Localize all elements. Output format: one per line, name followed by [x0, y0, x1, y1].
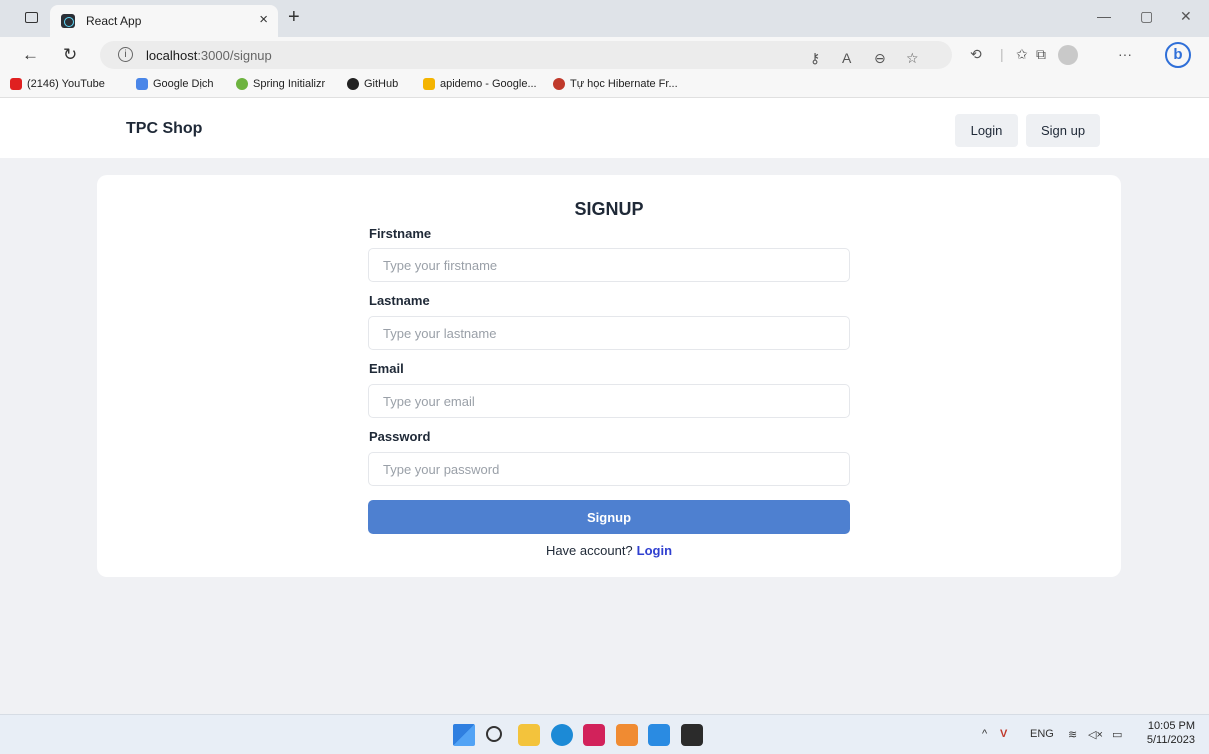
bookmark-label: (2146) YouTube [27, 78, 105, 90]
tray-chevron-icon[interactable]: ^ [982, 728, 987, 740]
bookmark-label: Google Dịch [153, 78, 214, 90]
url-field[interactable]: i localhost:3000/signup ⚷ A ⊖ ☆ [100, 41, 952, 69]
bookmark-label: Tự học Hibernate Fr... [570, 78, 678, 90]
more-menu-icon[interactable]: ··· [1118, 46, 1132, 62]
clock-date: 5/11/2023 [1146, 734, 1195, 746]
bookmark-youtube[interactable]: (2146) YouTube [10, 78, 105, 90]
have-account-text: Have account? [545, 543, 633, 558]
windows-start-icon[interactable] [453, 724, 475, 746]
tray-app-icon[interactable]: V [1000, 728, 1007, 740]
site-favicon-icon [553, 78, 565, 90]
divider: | [1000, 46, 1004, 62]
password-input[interactable] [368, 452, 850, 486]
bookmark-google-dich[interactable]: Google Dịch [136, 78, 214, 90]
login-button[interactable]: Login [955, 114, 1018, 147]
password-label: Password [369, 429, 431, 444]
volume-icon[interactable]: ◁× [1088, 728, 1103, 741]
battery-icon[interactable]: ▭ [1112, 728, 1122, 741]
clock[interactable]: 10:05 PM 5/11/2023 [1147, 719, 1195, 747]
email-input[interactable] [368, 384, 850, 418]
firstname-input[interactable] [368, 248, 850, 282]
address-bar-row: ← ↻ i localhost:3000/signup ⚷ A ⊖ ☆ ⟲ | … [0, 37, 1209, 73]
app-header: TPC Shop Login Sign up [0, 98, 1209, 158]
intellij-icon[interactable] [583, 724, 605, 746]
have-account-row: Have account? Login [97, 543, 1121, 558]
extensions-icon[interactable]: ⟲ [970, 46, 982, 63]
restore-icon[interactable]: ▢ [1140, 8, 1153, 25]
browser-tab[interactable]: React App × [50, 5, 278, 37]
clock-time: 10:05 PM [1147, 720, 1195, 732]
signup-card: SIGNUP Firstname Lastname Email Password… [97, 175, 1121, 577]
bookmark-apidemo[interactable]: apidemo - Google... [423, 78, 537, 90]
brand-logo[interactable]: TPC Shop [126, 120, 202, 138]
windows-taskbar: ^ V ENG ≋ ◁× ▭ 10:05 PM 5/11/2023 [0, 714, 1209, 754]
bookmark-label: apidemo - Google... [440, 78, 537, 90]
url-path: :3000/signup [197, 48, 272, 63]
lastname-input[interactable] [368, 316, 850, 350]
bookmark-spring-initializr[interactable]: Spring Initializr [236, 78, 325, 90]
refresh-icon[interactable]: ↻ [63, 45, 77, 65]
read-aloud-icon[interactable]: A [842, 50, 851, 66]
password-key-icon[interactable]: ⚷ [810, 50, 820, 67]
url-text: localhost:3000/signup [146, 48, 272, 63]
bing-chat-icon[interactable]: b [1165, 42, 1191, 68]
vscode-icon[interactable] [648, 724, 670, 746]
window-close-icon[interactable]: ✕ [1180, 8, 1192, 25]
google-drive-icon [423, 78, 435, 90]
page-title: SIGNUP [574, 199, 644, 219]
search-icon[interactable] [486, 726, 502, 742]
language-indicator[interactable]: ENG [1030, 728, 1054, 740]
minimize-icon[interactable]: — [1097, 8, 1111, 24]
bookmark-label: Spring Initializr [253, 78, 326, 90]
bookmark-hibernate[interactable]: Tự học Hibernate Fr... [553, 78, 678, 90]
back-icon[interactable]: ← [22, 45, 39, 65]
firstname-label: Firstname [369, 226, 432, 241]
tab-close-icon[interactable]: × [259, 11, 268, 28]
tab-title: React App [86, 14, 142, 28]
youtube-icon [10, 78, 22, 90]
browser-tab-bar: React App × + — ▢ ✕ [0, 0, 1209, 37]
new-tab-icon[interactable]: + [288, 5, 300, 29]
favorite-star-icon[interactable]: ☆ [906, 50, 919, 67]
profile-avatar[interactable] [1058, 45, 1078, 65]
collections-icon[interactable]: ⧉ [1036, 46, 1046, 63]
bookmark-label: GitHub [364, 78, 399, 90]
bookmarks-bar: (2146) YouTube Google Dịch Spring Initia… [0, 73, 1209, 98]
signup-submit-button[interactable]: Signup [368, 500, 850, 534]
github-icon [347, 78, 359, 90]
url-host: localhost [146, 48, 198, 63]
bookmark-github[interactable]: GitHub [347, 78, 398, 90]
file-explorer-icon[interactable] [518, 724, 540, 746]
google-translate-icon [136, 78, 148, 90]
site-info-icon[interactable]: i [118, 47, 133, 62]
xampp-icon[interactable] [616, 724, 638, 746]
edge-icon[interactable] [551, 724, 573, 746]
login-link[interactable]: Login [637, 543, 672, 558]
signup-nav-button[interactable]: Sign up [1026, 114, 1100, 147]
terminal-icon[interactable] [681, 724, 703, 746]
react-favicon-icon [61, 14, 75, 28]
tab-actions-icon[interactable] [25, 12, 38, 23]
lastname-label: Lastname [369, 293, 430, 308]
spring-icon [236, 78, 248, 90]
favorites-icon[interactable]: ✩ [1016, 46, 1028, 63]
wifi-icon[interactable]: ≋ [1068, 728, 1077, 741]
email-label: Email [369, 361, 404, 376]
zoom-icon[interactable]: ⊖ [874, 50, 886, 67]
